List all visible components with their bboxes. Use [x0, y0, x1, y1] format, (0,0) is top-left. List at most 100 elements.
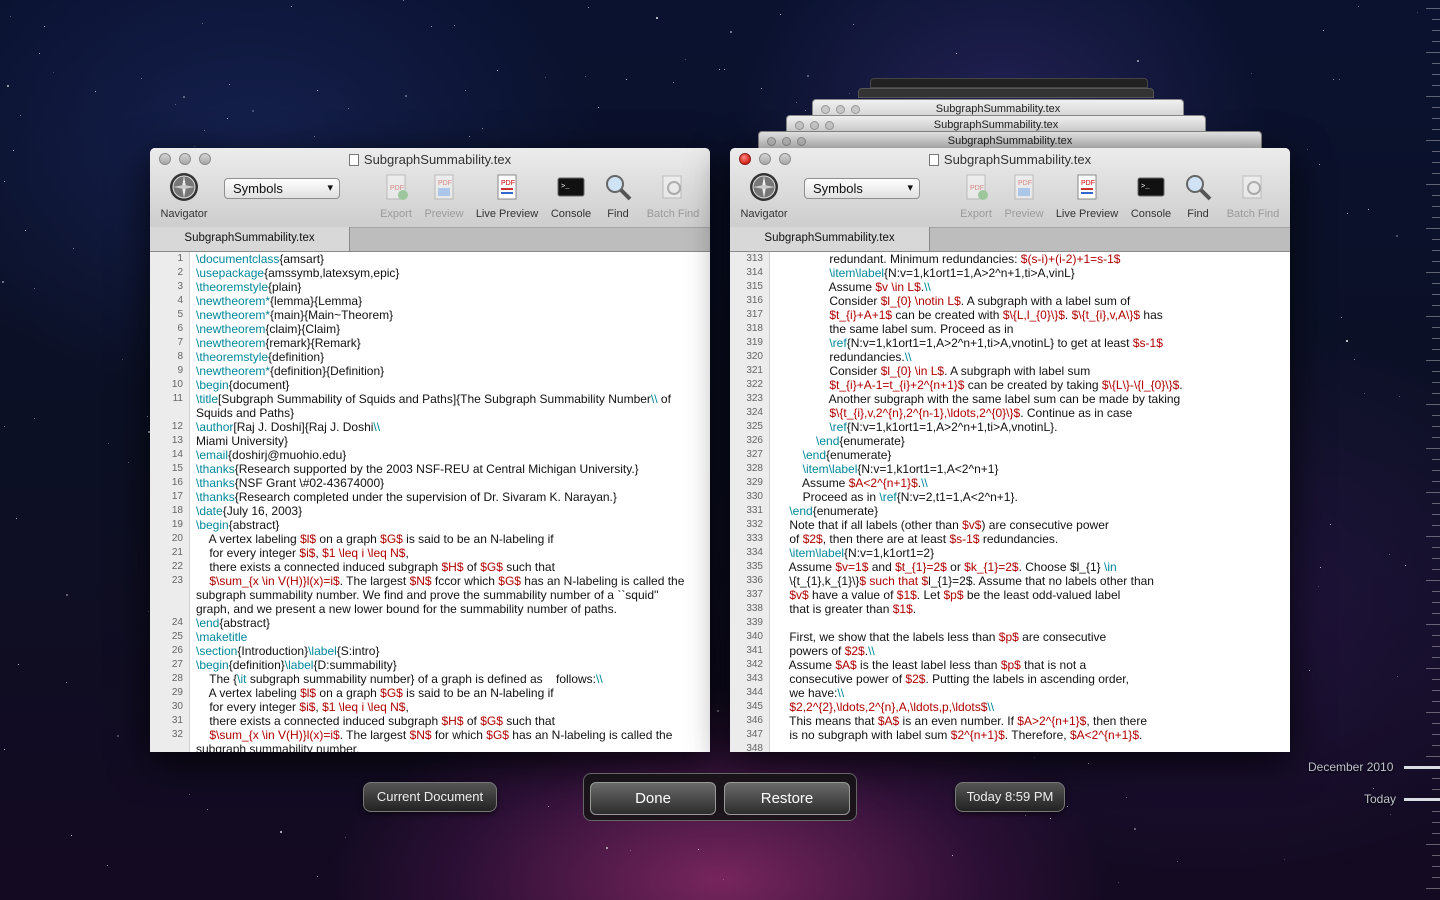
code-editor[interactable]: 313 redundant. Minimum redundancies: $(s…: [730, 252, 1290, 752]
timeline-tick[interactable]: [1432, 569, 1440, 570]
timeline-tick[interactable]: [1432, 118, 1440, 119]
code-line[interactable]: 348: [730, 742, 1290, 752]
timeline-tick[interactable]: [1426, 404, 1440, 405]
code-line[interactable]: 334 \item\label{N:v=1,k1ort1=2}: [730, 546, 1290, 560]
code-text[interactable]: Consider $l_{0} \in L$. A subgraph with …: [770, 364, 1290, 378]
code-text[interactable]: the same label sum. Proceed as in: [770, 322, 1290, 336]
timeline-tick[interactable]: [1426, 8, 1440, 9]
timeline-tick[interactable]: [1426, 536, 1440, 537]
timeline-tick[interactable]: [1432, 833, 1440, 834]
code-line[interactable]: 326 \end{enumerate}: [730, 434, 1290, 448]
code-line[interactable]: 12 \author[Raj J. Doshi]{Raj J. Doshi\\: [150, 420, 710, 434]
timeline-tick[interactable]: [1426, 580, 1440, 581]
code-text[interactable]: Miami University}: [190, 434, 710, 448]
code-line[interactable]: 314 \item\label{N:v=1,k1ort1=1,A>2^n+1,t…: [730, 266, 1290, 280]
code-text[interactable]: This means that $A$ is an even number. I…: [770, 714, 1290, 728]
code-text[interactable]: The {\it subgraph summability number} of…: [190, 672, 710, 686]
timeline-tick[interactable]: [1426, 668, 1440, 669]
code-line[interactable]: 13 Miami University}: [150, 434, 710, 448]
code-line[interactable]: 22 there exists a connected induced subg…: [150, 560, 710, 574]
console-button[interactable]: >_ Console: [1128, 172, 1174, 220]
timeline-tick[interactable]: [1432, 734, 1440, 735]
code-line[interactable]: 336 \{t_{1},k_{1}\}$ such that $l_{1}=2$…: [730, 574, 1290, 588]
code-text[interactable]: \author[Raj J. Doshi]{Raj J. Doshi\\: [190, 420, 710, 434]
timeline-tick[interactable]: [1432, 547, 1440, 548]
window-titlebar[interactable]: SubgraphSummability.tex Navigator Symbol…: [730, 148, 1290, 252]
code-line[interactable]: 18 \date{July 16, 2003}: [150, 504, 710, 518]
restore-button[interactable]: Restore: [724, 782, 850, 815]
batch-find-button[interactable]: Batch Find: [644, 172, 702, 220]
navigator-button[interactable]: Navigator: [738, 172, 790, 220]
timeline-tick[interactable]: [1432, 85, 1440, 86]
code-line[interactable]: 345 $2,2^{2},\ldots,2^{n},A,\ldots,p,\ld…: [730, 700, 1290, 714]
code-text[interactable]: \thanks{Research supported by the 2003 N…: [190, 462, 710, 476]
code-text[interactable]: of $2$, then there are at least $s-1$ re…: [770, 532, 1290, 546]
timeline-tick[interactable]: [1432, 151, 1440, 152]
code-text[interactable]: \begin{document}: [190, 378, 710, 392]
code-text[interactable]: A vertex labeling $l$ on a graph $G$ is …: [190, 686, 710, 700]
code-line[interactable]: 31 there exists a connected induced subg…: [150, 714, 710, 728]
timeline-tick[interactable]: [1432, 283, 1440, 284]
code-text[interactable]: \thanks{Research completed under the sup…: [190, 490, 710, 504]
timeline-tick[interactable]: [1432, 723, 1440, 724]
preview-button[interactable]: PDF Preview: [422, 172, 466, 220]
timeline-tick[interactable]: [1432, 514, 1440, 515]
code-line[interactable]: 320 redundancies.\\: [730, 350, 1290, 364]
code-line[interactable]: 331 \end{enumerate}: [730, 504, 1290, 518]
timeline-tick[interactable]: [1432, 63, 1440, 64]
code-line[interactable]: 344 we have:\\: [730, 686, 1290, 700]
code-text[interactable]: $\{t_{i},v,2^{n},2^{n-1},\ldots,2^{0}\}$…: [770, 406, 1290, 420]
timeline-tick[interactable]: [1432, 459, 1440, 460]
code-text[interactable]: subgraph summability number. We find and…: [190, 588, 710, 602]
code-line[interactable]: 332 Note that if all labels (other than …: [730, 518, 1290, 532]
timeline-marker-today[interactable]: [1404, 798, 1440, 801]
timeline-tick[interactable]: [1432, 371, 1440, 372]
code-text[interactable]: \{t_{1},k_{1}\}$ such that $l_{1}=2$. As…: [770, 574, 1290, 588]
timeline-tick[interactable]: [1432, 129, 1440, 130]
timeline-tick[interactable]: [1432, 217, 1440, 218]
timeline-tick[interactable]: [1432, 305, 1440, 306]
code-line[interactable]: graph, and we present a new lower bound …: [150, 602, 710, 616]
code-line[interactable]: 16 \thanks{NSF Grant \#02-43674000}: [150, 476, 710, 490]
code-text[interactable]: \newtheorem{remark}{Remark}: [190, 336, 710, 350]
console-button[interactable]: >_ Console: [548, 172, 594, 220]
code-line[interactable]: 323 Another subgraph with the same label…: [730, 392, 1290, 406]
ghost-window[interactable]: [870, 78, 1148, 88]
code-line[interactable]: 340 First, we show that the labels less …: [730, 630, 1290, 644]
timeline-tick[interactable]: [1432, 393, 1440, 394]
timeline-tick[interactable]: [1432, 30, 1440, 31]
timeline-tick[interactable]: [1432, 602, 1440, 603]
code-text[interactable]: \title[Subgraph Summability of Squids an…: [190, 392, 710, 406]
find-button[interactable]: Find: [1180, 172, 1216, 220]
code-text[interactable]: First, we show that the labels less than…: [770, 630, 1290, 644]
tab-subgraphsummability[interactable]: SubgraphSummability.tex: [730, 227, 930, 251]
code-line[interactable]: 20 A vertex labeling $l$ on a graph $G$ …: [150, 532, 710, 546]
code-line[interactable]: 32 $\sum_{x \in V(H)}l(x)=i$. The larges…: [150, 728, 710, 742]
code-text[interactable]: \newtheorem*{lemma}{Lemma}: [190, 294, 710, 308]
code-line[interactable]: 330 Proceed as in \ref{N:v=2,t1=1,A<2^n+…: [730, 490, 1290, 504]
code-text[interactable]: [770, 616, 1290, 630]
timeline-tick[interactable]: [1432, 338, 1440, 339]
timeline-tick[interactable]: [1432, 855, 1440, 856]
timeline-tick[interactable]: [1432, 481, 1440, 482]
code-line[interactable]: 316 Consider $l_{0} \notin L$. A subgrap…: [730, 294, 1290, 308]
code-text[interactable]: \end{enumerate}: [770, 448, 1290, 462]
timeline-tick[interactable]: [1426, 888, 1440, 889]
code-text[interactable]: for every integer $i$, $1 \leq i \leq N$…: [190, 546, 710, 560]
timeline-tick[interactable]: [1432, 294, 1440, 295]
ghost-window[interactable]: [858, 88, 1154, 98]
code-text[interactable]: \documentclass{amsart}: [190, 252, 710, 266]
code-line[interactable]: 315 Assume $v \in L$.\\: [730, 280, 1290, 294]
code-line[interactable]: 313 redundant. Minimum redundancies: $(s…: [730, 252, 1290, 266]
code-line[interactable]: 5 \newtheorem*{main}{Main~Theorem}: [150, 308, 710, 322]
code-line[interactable]: 343 consecutive power of $2$. Putting th…: [730, 672, 1290, 686]
code-line[interactable]: 346 This means that $A$ is an even numbe…: [730, 714, 1290, 728]
code-text[interactable]: \ref{N:v=1,k1ort1=1,A>2^n+1,ti>A,vnotinL…: [770, 420, 1290, 434]
code-text[interactable]: \email{doshirj@muohio.edu}: [190, 448, 710, 462]
code-text[interactable]: that is greater than $1$.: [770, 602, 1290, 616]
code-line[interactable]: subgraph summability number.: [150, 742, 710, 752]
timeline-tick[interactable]: [1432, 195, 1440, 196]
code-line[interactable]: 6 \newtheorem{claim}{Claim}: [150, 322, 710, 336]
timeline-tick[interactable]: [1426, 184, 1440, 185]
timeline-tick[interactable]: [1426, 624, 1440, 625]
